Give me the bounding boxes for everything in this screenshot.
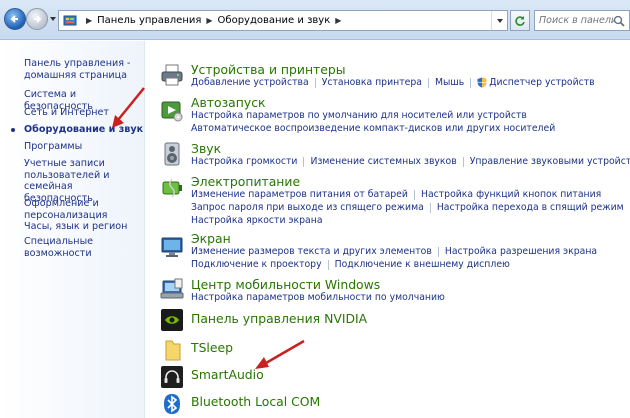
category-list: Устройства и принтеры Добавление устройс…	[146, 41, 630, 418]
refresh-button[interactable]	[510, 10, 530, 31]
address-toolbar: ▶ Панель управления ▶ Оборудование и зву…	[0, 0, 630, 40]
link-autoplay-cds[interactable]: Автоматическое воспроизведение компакт-д…	[191, 123, 555, 134]
breadcrumb-separator: ▶	[335, 16, 342, 25]
mobility-center-icon	[160, 278, 184, 299]
link-brightness[interactable]: Настройка яркости экрана	[191, 215, 323, 226]
link-autoplay-defaults[interactable]: Настройка параметров по умолчанию для но…	[191, 110, 527, 121]
forward-button[interactable]	[26, 8, 48, 30]
address-bar[interactable]: ▶ Панель управления ▶ Оборудование и зву…	[58, 10, 508, 31]
sidebar-item-appearance[interactable]: Оформление и персонализация	[24, 198, 144, 221]
category-title[interactable]: Центр мобильности Windows	[191, 277, 380, 292]
uac-shield-icon	[477, 77, 487, 88]
category-title[interactable]: TSleep	[191, 340, 233, 355]
link-divider	[427, 77, 429, 88]
sidebar-item-programs[interactable]: Программы	[24, 141, 144, 153]
nvidia-icon	[161, 309, 183, 331]
sidebar-item-clock-region[interactable]: Часы, язык и регион	[24, 221, 144, 233]
search-box[interactable]	[534, 10, 630, 31]
category-links: Настройка громкости Изменение системных …	[191, 156, 630, 167]
link-divider	[314, 77, 316, 88]
autoplay-icon	[161, 101, 183, 122]
category-title[interactable]: Панель управления NVIDIA	[191, 311, 367, 326]
link-add-printer[interactable]: Установка принтера	[322, 77, 422, 88]
link-divider	[413, 189, 415, 200]
link-audio-devices[interactable]: Управление звуковыми устройствами	[470, 156, 630, 167]
link-divider	[437, 246, 439, 257]
sidebar-item-accessibility[interactable]: Специальные возможности	[24, 236, 144, 259]
category-links: Изменение параметров питания от батарей …	[191, 189, 601, 200]
back-button[interactable]	[4, 8, 26, 30]
link-add-device[interactable]: Добавление устройства	[191, 77, 309, 88]
category-links: Настройка параметров мобильности по умол…	[191, 292, 445, 303]
headphones-icon	[161, 366, 183, 388]
address-dropdown-button[interactable]	[491, 11, 507, 30]
link-sleep-settings[interactable]: Настройка перехода в спящий режим	[437, 202, 624, 213]
category-links: Подключение к проектору Подключение к вн…	[191, 259, 510, 270]
category-links: Настройка яркости экрана	[191, 215, 323, 226]
category-links: Добавление устройства Установка принтера…	[191, 77, 595, 88]
bluetooth-icon	[164, 394, 180, 414]
link-projector[interactable]: Подключение к проектору	[191, 259, 322, 270]
link-wakeup-password[interactable]: Запрос пароля при выходе из спящего режи…	[191, 202, 424, 213]
control-panel-icon	[63, 15, 77, 25]
link-divider	[470, 77, 472, 88]
category-links: Изменение размеров текста и других элеме…	[191, 246, 597, 257]
link-mouse[interactable]: Мышь	[435, 77, 464, 88]
link-mobility-defaults[interactable]: Настройка параметров мобильности по умол…	[191, 292, 445, 303]
arrow-left-icon	[10, 15, 18, 23]
link-volume[interactable]: Настройка громкости	[191, 156, 297, 167]
link-divider	[462, 156, 464, 167]
printer-icon	[161, 64, 183, 86]
category-links: Автоматическое воспроизведение компакт-д…	[191, 123, 555, 134]
search-icon[interactable]	[613, 15, 625, 27]
link-screen-resolution[interactable]: Настройка разрешения экрана	[445, 246, 597, 257]
link-system-sounds[interactable]: Изменение системных звуков	[310, 156, 456, 167]
category-title[interactable]: Электропитание	[191, 174, 300, 189]
annotation-arrow-hardware	[112, 87, 145, 128]
breadcrumb-separator: ▶	[206, 16, 213, 25]
search-input[interactable]	[539, 15, 615, 26]
chevron-down-icon	[496, 18, 503, 23]
battery-icon	[162, 178, 182, 198]
link-device-manager[interactable]: Диспетчер устройств	[489, 77, 594, 88]
link-text-size[interactable]: Изменение размеров текста и других элеме…	[191, 246, 432, 257]
link-divider	[327, 259, 329, 270]
current-item-bullet	[11, 128, 15, 132]
breadcrumb-control-panel[interactable]: Панель управления	[97, 15, 201, 26]
sidebar-item-home[interactable]: Панель управления - домашняя страница	[24, 58, 144, 81]
category-title[interactable]: Bluetooth Local COM	[191, 394, 320, 409]
folder-icon	[165, 340, 181, 361]
link-battery-settings[interactable]: Изменение параметров питания от батарей	[191, 189, 408, 200]
arrow-right-icon	[34, 15, 42, 23]
link-power-buttons[interactable]: Настройка функций кнопок питания	[421, 189, 601, 200]
link-divider	[303, 156, 305, 167]
category-links: Запрос пароля при выходе из спящего режи…	[191, 202, 624, 213]
breadcrumb-separator: ▶	[86, 16, 93, 25]
recent-pages-dropdown-icon[interactable]	[48, 14, 58, 24]
breadcrumb-hardware-and-sound[interactable]: Оборудование и звук	[218, 15, 331, 26]
category-title[interactable]: Автозапуск	[191, 95, 266, 110]
category-title[interactable]: Экран	[191, 231, 231, 246]
link-external-display[interactable]: Подключение к внешнему дисплею	[335, 259, 510, 270]
category-links: Настройка параметров по умолчанию для но…	[191, 110, 527, 121]
category-title[interactable]: Устройства и принтеры	[191, 62, 346, 77]
link-divider	[429, 202, 431, 213]
category-title[interactable]: Звук	[191, 141, 221, 156]
speaker-icon	[164, 142, 180, 166]
refresh-icon	[515, 15, 525, 26]
annotation-arrow-smartaudio	[255, 339, 305, 369]
monitor-icon	[161, 237, 183, 257]
